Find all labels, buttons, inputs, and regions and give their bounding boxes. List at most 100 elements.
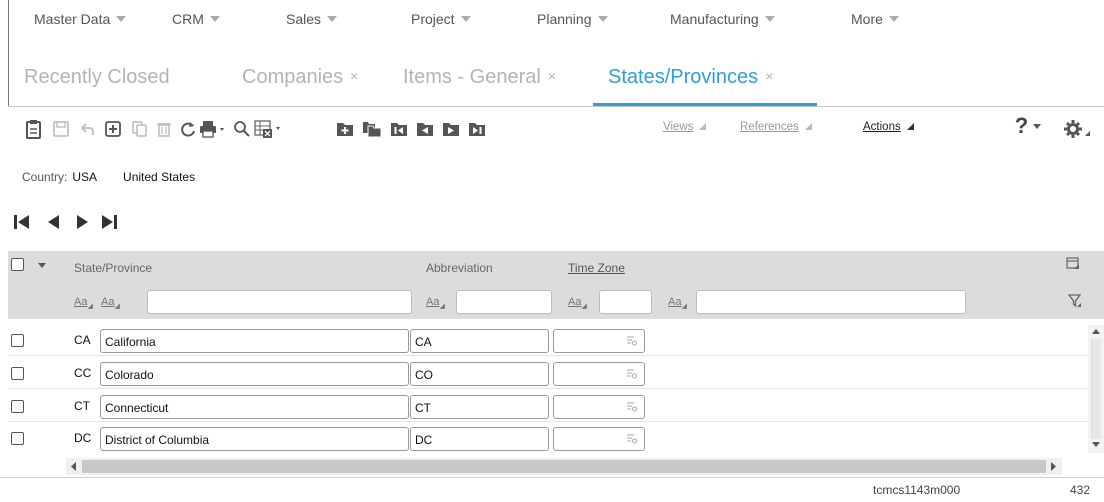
search-icon[interactable] bbox=[232, 118, 252, 140]
row-checkbox[interactable] bbox=[11, 367, 24, 380]
timezone-field[interactable] bbox=[553, 329, 645, 353]
zoom-lookup-icon[interactable] bbox=[626, 368, 638, 383]
timezone-field[interactable] bbox=[553, 362, 645, 386]
clipboard-icon[interactable] bbox=[24, 118, 44, 140]
duplicate-line-icon[interactable] bbox=[362, 118, 382, 140]
tab-companies[interactable]: Companies × bbox=[242, 66, 358, 89]
abbreviation-field[interactable]: CO bbox=[410, 362, 549, 386]
print-icon[interactable] bbox=[199, 118, 229, 140]
horizontal-scroll-thumb[interactable] bbox=[82, 460, 1046, 473]
previous-record-icon[interactable] bbox=[415, 118, 435, 140]
row-checkbox[interactable] bbox=[11, 400, 24, 413]
dropdown-triangle-icon bbox=[804, 123, 812, 130]
abbreviation-field[interactable]: CT bbox=[410, 395, 549, 419]
menu-planning[interactable]: Planning bbox=[537, 11, 608, 27]
zoom-lookup-icon[interactable] bbox=[626, 335, 638, 350]
filter-case-icon[interactable]: Aa◢ bbox=[568, 296, 587, 310]
row-divider bbox=[8, 421, 1088, 422]
scroll-down-icon[interactable] bbox=[1092, 441, 1100, 449]
copy-icon[interactable] bbox=[129, 118, 149, 140]
scroll-right-icon[interactable] bbox=[1049, 462, 1057, 471]
chevron-down-icon bbox=[888, 16, 899, 23]
menu-crm[interactable]: CRM bbox=[172, 11, 220, 27]
scroll-left-icon[interactable] bbox=[70, 462, 78, 471]
last-record-icon[interactable] bbox=[467, 118, 487, 140]
save-icon[interactable] bbox=[51, 118, 71, 140]
select-all-checkbox[interactable] bbox=[11, 258, 24, 271]
close-icon[interactable]: × bbox=[350, 68, 358, 84]
state-name-field[interactable]: District of Columbia bbox=[100, 427, 409, 451]
undo-icon[interactable] bbox=[77, 118, 97, 140]
menu-project[interactable]: Project bbox=[411, 11, 471, 27]
next-page-icon[interactable] bbox=[74, 212, 92, 232]
column-settings-icon[interactable] bbox=[1066, 257, 1080, 276]
row-checkbox[interactable] bbox=[11, 334, 24, 347]
menu-manufacturing[interactable]: Manufacturing bbox=[670, 11, 775, 27]
state-name-field[interactable]: California bbox=[100, 329, 409, 353]
new-record-icon[interactable] bbox=[103, 118, 123, 140]
row-divider bbox=[8, 388, 1088, 389]
views-menu[interactable]: Views bbox=[663, 121, 707, 133]
horizontal-scrollbar[interactable] bbox=[66, 458, 1062, 475]
tab-divider bbox=[8, 106, 1104, 107]
timezone-field[interactable] bbox=[553, 395, 645, 419]
first-record-icon[interactable] bbox=[389, 118, 409, 140]
menu-label: Project bbox=[411, 11, 455, 27]
filter-case-icon[interactable]: Aa◢ bbox=[101, 296, 120, 310]
vertical-scrollbar[interactable] bbox=[1088, 325, 1104, 453]
menu-master-data[interactable]: Master Data bbox=[34, 11, 127, 27]
timezone-description-filter-input[interactable] bbox=[696, 290, 966, 314]
filter-case-icon[interactable]: Aa◢ bbox=[426, 296, 445, 310]
selection-menu-icon[interactable] bbox=[38, 263, 46, 268]
column-header-timezone[interactable]: Time Zone bbox=[568, 261, 625, 275]
state-name-field[interactable]: Connecticut bbox=[100, 395, 409, 419]
country-name: United States bbox=[123, 170, 196, 184]
abbreviation-filter-input[interactable] bbox=[456, 290, 552, 314]
help-menu[interactable]: ? bbox=[1013, 113, 1043, 138]
filter-case-icon[interactable]: Aa◢ bbox=[74, 296, 93, 310]
chevron-down-icon bbox=[327, 16, 338, 23]
abbreviation-field[interactable]: CA bbox=[410, 329, 549, 353]
delete-icon[interactable] bbox=[154, 118, 174, 140]
table-row[interactable]: CA California CA bbox=[8, 327, 1088, 355]
menu-sales[interactable]: Sales bbox=[286, 11, 338, 27]
abbreviation-field[interactable]: DC bbox=[410, 427, 549, 451]
row-checkbox[interactable] bbox=[11, 432, 24, 445]
next-record-icon[interactable] bbox=[441, 118, 461, 140]
timezone-filter-input[interactable] bbox=[599, 290, 652, 314]
zoom-lookup-icon[interactable] bbox=[626, 401, 638, 416]
last-page-icon[interactable] bbox=[101, 212, 119, 232]
state-name-field[interactable]: Colorado bbox=[100, 362, 409, 386]
refresh-icon[interactable] bbox=[178, 118, 198, 140]
actions-label: Actions bbox=[863, 121, 901, 133]
menu-label: Manufacturing bbox=[670, 11, 759, 27]
column-header-state[interactable]: State/Province bbox=[74, 261, 152, 275]
country-label: Country: bbox=[22, 170, 68, 184]
filter-case-icon[interactable]: Aa◢ bbox=[668, 296, 687, 310]
chevron-down-icon bbox=[116, 16, 127, 23]
zoom-lookup-icon[interactable] bbox=[626, 433, 638, 448]
references-menu[interactable]: References bbox=[740, 121, 812, 133]
timezone-field[interactable] bbox=[553, 427, 645, 451]
filter-funnel-icon[interactable] bbox=[1067, 294, 1082, 313]
table-row[interactable]: CT Connecticut CT bbox=[8, 393, 1088, 421]
export-excel-icon[interactable] bbox=[254, 118, 284, 140]
previous-page-icon[interactable] bbox=[45, 212, 63, 232]
state-filter-input[interactable] bbox=[147, 290, 412, 314]
table-row[interactable]: DC District of Columbia DC bbox=[8, 425, 1088, 453]
close-icon[interactable]: × bbox=[765, 68, 773, 84]
chevron-down-icon bbox=[597, 16, 608, 23]
insert-line-icon[interactable] bbox=[335, 118, 355, 140]
tab-recently-closed[interactable]: Recently Closed bbox=[24, 66, 170, 89]
first-page-icon[interactable] bbox=[13, 212, 31, 232]
actions-menu[interactable]: Actions bbox=[863, 121, 914, 133]
menu-more[interactable]: More bbox=[851, 11, 899, 27]
vertical-scroll-thumb[interactable] bbox=[1091, 339, 1101, 439]
scroll-up-icon[interactable] bbox=[1092, 327, 1100, 335]
table-row[interactable]: CC Colorado CO bbox=[8, 360, 1088, 388]
tab-states-provinces[interactable]: States/Provinces × bbox=[608, 66, 773, 89]
tab-items-general[interactable]: Items - General × bbox=[403, 66, 556, 89]
close-icon[interactable]: × bbox=[548, 68, 556, 84]
settings-gear-icon[interactable] bbox=[1062, 118, 1092, 140]
column-header-abbreviation[interactable]: Abbreviation bbox=[426, 261, 493, 275]
